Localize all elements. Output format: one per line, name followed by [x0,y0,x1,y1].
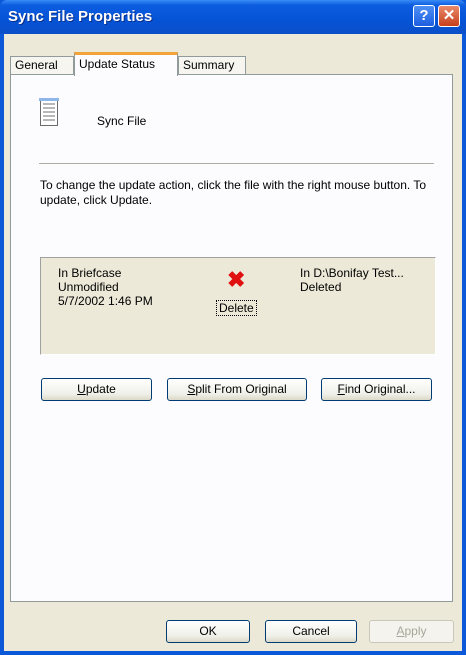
ok-button[interactable]: OK [166,620,250,643]
dialog-window: Sync File Properties ? ✕ General Update … [0,0,466,655]
briefcase-timestamp: 5/7/2002 1:46 PM [58,294,153,308]
tab-label: Summary [183,58,235,72]
window-title: Sync File Properties [8,8,153,25]
red-x-icon: ✖ [227,267,246,292]
help-icon[interactable]: ? [413,5,435,27]
original-status: In D:\Bonifay Test... Deleted [300,266,404,294]
update-button[interactable]: Update [41,378,152,401]
tab-update-status[interactable]: Update Status [74,52,178,76]
button-label-suffix: pply [404,624,427,638]
instructions-text: To change the update action, click the f… [40,178,427,207]
file-name: Sync File [97,114,147,128]
split-from-original-button[interactable]: Split From Original [167,378,307,401]
title-bar[interactable]: Sync File Properties ? ✕ [0,0,466,34]
close-icon[interactable]: ✕ [438,5,460,27]
original-location: In D:\Bonifay Test... [300,266,404,280]
button-label-suffix: pdate [85,382,116,396]
document-icon [39,98,59,126]
tab-general[interactable]: General [10,56,74,74]
sync-status-box[interactable]: In Briefcase Unmodified 5/7/2002 1:46 PM… [40,257,436,355]
tab-summary[interactable]: Summary [178,56,246,74]
button-mnemonic: F [337,382,345,396]
find-original-button[interactable]: Find Original... [321,378,432,401]
briefcase-status: In Briefcase Unmodified 5/7/2002 1:46 PM [58,266,153,308]
update-action-label[interactable]: Delete [216,300,257,316]
divider [39,163,434,164]
button-mnemonic: U [77,382,86,396]
tab-label: Update Status [79,57,156,71]
button-label-suffix: plit From Original [195,382,287,396]
tab-label: General [15,58,58,72]
original-state: Deleted [300,280,342,294]
briefcase-state: Unmodified [58,280,119,294]
button-label-suffix: ind Original... [344,382,416,396]
apply-button[interactable]: Apply [369,620,454,643]
button-mnemonic: A [396,624,405,638]
briefcase-location: In Briefcase [58,266,122,280]
cancel-button[interactable]: Cancel [265,620,357,643]
